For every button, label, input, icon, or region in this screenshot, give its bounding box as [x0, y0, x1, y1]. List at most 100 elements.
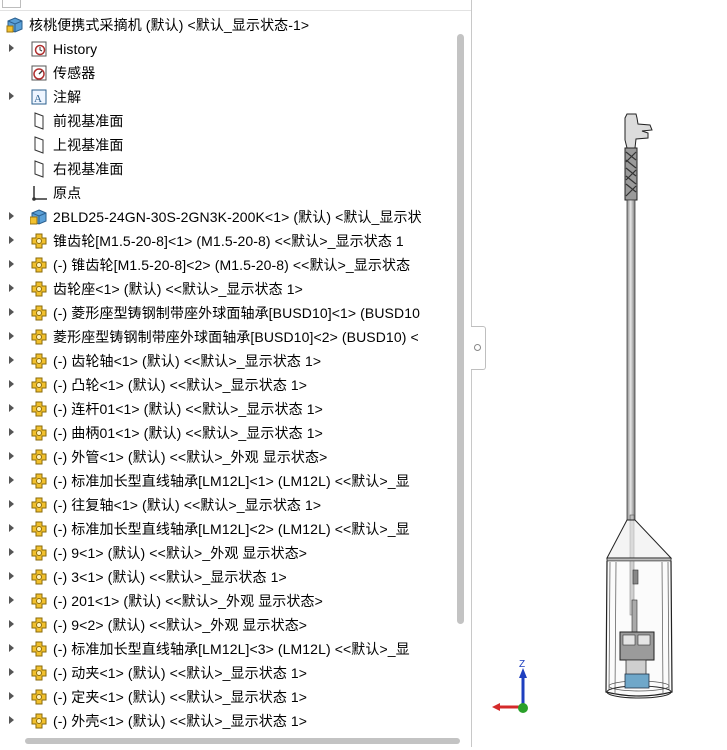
tree-item[interactable]: 菱形座型铸钢制带座外球面轴承[BUSD10]<2> (BUSD10) <: [0, 325, 452, 349]
chevron-right-icon[interactable]: [9, 524, 14, 532]
tree-item-label: History: [53, 41, 98, 57]
chevron-right-icon[interactable]: [9, 500, 14, 508]
z-axis-label: Z: [519, 659, 525, 670]
tree-item[interactable]: (-) 锥齿轮[M1.5-20-8]<2> (M1.5-20-8) <<默认>_…: [0, 253, 452, 277]
tree-item[interactable]: (-) 标准加长型直线轴承[LM12L]<3> (LM12L) <<默认>_显: [0, 637, 452, 661]
panel-tab-stub[interactable]: [2, 0, 21, 8]
chevron-right-icon[interactable]: [9, 428, 14, 436]
tree-item[interactable]: (-) 标准加长型直线轴承[LM12L]<2> (LM12L) <<默认>_显: [0, 517, 452, 541]
tree-item[interactable]: (-) 菱形座型铸钢制带座外球面轴承[BUSD10]<1> (BUSD10: [0, 301, 452, 325]
walnut-picker-model: [605, 113, 673, 699]
grip-icon: [474, 344, 481, 351]
tree-item[interactable]: 齿轮座<1> (默认) <<默认>_显示状态 1>: [0, 277, 452, 301]
tree-item-label: (-) 9<1> (默认) <<默认>_外观 显示状态>: [53, 545, 308, 561]
tree-item-label: (-) 标准加长型直线轴承[LM12L]<1> (LM12L) <<默认>_显: [53, 473, 410, 489]
part-icon: [30, 280, 48, 298]
part-icon: [30, 256, 48, 274]
chevron-right-icon[interactable]: [9, 548, 14, 556]
chevron-right-icon[interactable]: [9, 620, 14, 628]
plane-icon: [30, 112, 48, 130]
tree-item[interactable]: 原点: [0, 181, 452, 205]
tree-item[interactable]: (-) 外壳<1> (默认) <<默认>_显示状态 1>: [0, 709, 452, 733]
tree-item[interactable]: 锥齿轮[M1.5-20-8]<1> (M1.5-20-8) <<默认>_显示状态…: [0, 229, 452, 253]
tree-item[interactable]: History: [0, 37, 452, 61]
tree-item-label: 锥齿轮[M1.5-20-8]<1> (M1.5-20-8) <<默认>_显示状态…: [53, 233, 404, 249]
part-icon: [30, 352, 48, 370]
part-icon: [30, 664, 48, 682]
part-icon: [30, 232, 48, 250]
horizontal-scrollbar[interactable]: [0, 736, 460, 747]
part-icon: [30, 400, 48, 418]
chevron-right-icon[interactable]: [9, 596, 14, 604]
tree-item-label: (-) 往复轴<1> (默认) <<默认>_显示状态 1>: [53, 497, 322, 513]
chevron-right-icon[interactable]: [9, 236, 14, 244]
chevron-right-icon[interactable]: [9, 212, 14, 220]
tree-item-label: 传感器: [53, 65, 96, 81]
tree-item[interactable]: (-) 定夹<1> (默认) <<默认>_显示状态 1>: [0, 685, 452, 709]
tree-item[interactable]: (-) 9<2> (默认) <<默认>_外观 显示状态>: [0, 613, 452, 637]
tree-item-label: (-) 定夹<1> (默认) <<默认>_显示状态 1>: [53, 689, 308, 705]
tree-item[interactable]: (-) 9<1> (默认) <<默认>_外观 显示状态>: [0, 541, 452, 565]
chevron-right-icon[interactable]: [9, 380, 14, 388]
part-icon: [30, 376, 48, 394]
view-triad[interactable]: Z X: [479, 659, 528, 713]
chevron-right-icon[interactable]: [9, 668, 14, 676]
tree-item[interactable]: (-) 凸轮<1> (默认) <<默认>_显示状态 1>: [0, 373, 452, 397]
tree-item[interactable]: 传感器: [0, 61, 452, 85]
chevron-right-icon[interactable]: [9, 404, 14, 412]
assembly-icon: [6, 16, 24, 34]
part-icon: [30, 520, 48, 538]
horizontal-scroll-thumb[interactable]: [25, 738, 460, 744]
tree-item-label: 2BLD25-24GN-30S-2GN3K-200K<1> (默认) <默认_显…: [53, 209, 422, 225]
tree-item[interactable]: (-) 连杆01<1> (默认) <<默认>_显示状态 1>: [0, 397, 452, 421]
part-icon: [30, 424, 48, 442]
chevron-right-icon[interactable]: [9, 644, 14, 652]
tree-item-label: (-) 连杆01<1> (默认) <<默认>_显示状态 1>: [53, 401, 323, 417]
panel-splitter-handle[interactable]: [471, 326, 486, 370]
chevron-right-icon[interactable]: [9, 92, 14, 100]
chevron-right-icon[interactable]: [9, 260, 14, 268]
chevron-right-icon[interactable]: [9, 308, 14, 316]
tree-item[interactable]: (-) 3<1> (默认) <<默认>_显示状态 1>: [0, 565, 452, 589]
chevron-right-icon[interactable]: [9, 572, 14, 580]
chevron-right-icon[interactable]: [9, 716, 14, 724]
vertical-scrollbar[interactable]: [452, 10, 470, 736]
tree-item[interactable]: (-) 动夹<1> (默认) <<默认>_显示状态 1>: [0, 661, 452, 685]
tree-item[interactable]: (-) 外管<1> (默认) <<默认>_外观 显示状态>: [0, 445, 452, 469]
part-icon: [30, 640, 48, 658]
chevron-right-icon[interactable]: [9, 452, 14, 460]
tree-item-label: (-) 锥齿轮[M1.5-20-8]<2> (M1.5-20-8) <<默认>_…: [53, 257, 411, 273]
tree-item-label: (-) 标准加长型直线轴承[LM12L]<3> (LM12L) <<默认>_显: [53, 641, 410, 657]
model-view: Z X: [479, 113, 673, 713]
tree-item-label: (-) 9<2> (默认) <<默认>_外观 显示状态>: [53, 617, 308, 633]
vertical-scroll-thumb[interactable]: [457, 34, 464, 624]
plane-icon: [30, 160, 48, 178]
chevron-right-icon[interactable]: [9, 476, 14, 484]
tree-item[interactable]: (-) 曲柄01<1> (默认) <<默认>_显示状态 1>: [0, 421, 452, 445]
tree-item-label: 齿轮座<1> (默认) <<默认>_显示状态 1>: [53, 281, 303, 297]
part-icon: [30, 568, 48, 586]
tree-item[interactable]: 前视基准面: [0, 109, 452, 133]
annotation-icon: A: [30, 88, 48, 106]
chevron-right-icon[interactable]: [9, 44, 14, 52]
tree-item[interactable]: (-) 标准加长型直线轴承[LM12L]<1> (LM12L) <<默认>_显: [0, 469, 452, 493]
part-icon: [30, 712, 48, 730]
tree-item[interactable]: (-) 201<1> (默认) <<默认>_外观 显示状态>: [0, 589, 452, 613]
chevron-right-icon[interactable]: [9, 356, 14, 364]
tree-root-item[interactable]: 核桃便携式采摘机 (默认) <默认_显示状态-1>: [0, 13, 452, 37]
part-icon: [30, 304, 48, 322]
tree-item-label: 上视基准面: [53, 137, 124, 153]
tree-item[interactable]: A 注解: [0, 85, 452, 109]
tree-item[interactable]: (-) 往复轴<1> (默认) <<默认>_显示状态 1>: [0, 493, 452, 517]
graphics-viewport[interactable]: Z X: [479, 0, 727, 747]
chevron-right-icon[interactable]: [9, 692, 14, 700]
tree-item-label: (-) 201<1> (默认) <<默认>_外观 显示状态>: [53, 593, 323, 609]
tree-item[interactable]: (-) 齿轮轴<1> (默认) <<默认>_显示状态 1>: [0, 349, 452, 373]
tree-item[interactable]: 上视基准面: [0, 133, 452, 157]
subassembly-icon: [29, 208, 48, 226]
chevron-right-icon[interactable]: [9, 284, 14, 292]
part-icon: [30, 616, 48, 634]
tree-item[interactable]: 2BLD25-24GN-30S-2GN3K-200K<1> (默认) <默认_显…: [0, 205, 452, 229]
tree-item[interactable]: 右视基准面: [0, 157, 452, 181]
chevron-right-icon[interactable]: [9, 332, 14, 340]
